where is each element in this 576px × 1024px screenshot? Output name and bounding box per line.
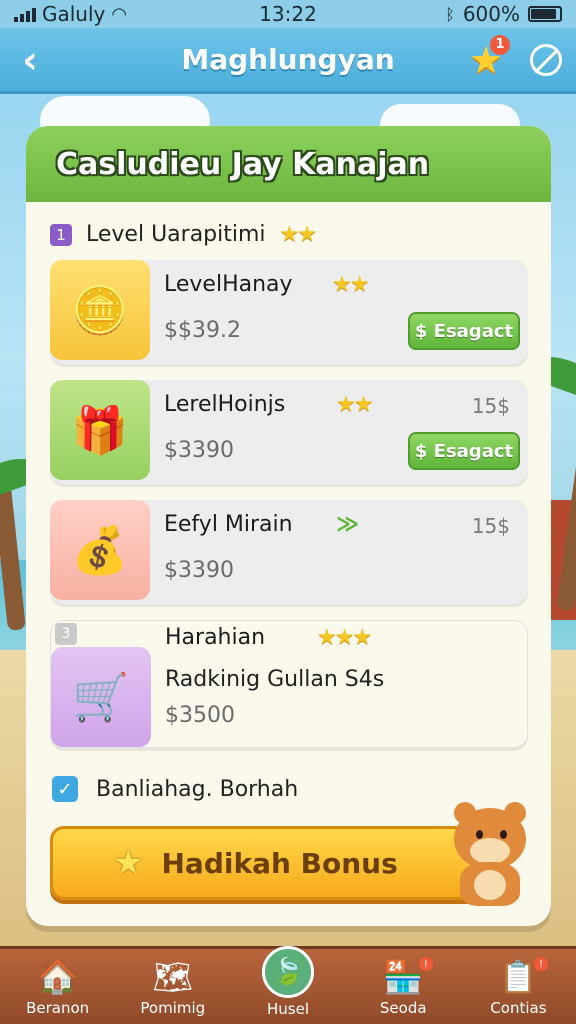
tab-husel[interactable]: 🍃 Husel — [230, 945, 345, 1024]
battery-icon — [528, 6, 562, 22]
panel-title: Casludieu Jay Kanajan — [56, 146, 430, 182]
leaf-icon: 🍃 — [262, 945, 314, 998]
item-stars: ★★ — [336, 392, 373, 417]
contacts-icon: 📋 — [498, 957, 539, 996]
star-notifications-button[interactable]: ★ 1 — [456, 27, 516, 93]
battery-fill — [531, 9, 557, 19]
bear-mascot — [440, 802, 536, 908]
page-title: Maghlungyan — [181, 43, 395, 76]
top-nav: ‹ Maghlungyan ★ 1 — [0, 28, 576, 94]
shop-item[interactable]: 🪙 LevelHanay ★★ $$39.2 $ Esagact — [50, 260, 528, 364]
bluetooth-icon: ᛒ — [445, 4, 455, 24]
item-price: $3390 — [164, 438, 234, 463]
tab-seoda[interactable]: 🏪 ! Seoda — [346, 949, 461, 1024]
level-stars: ★★ — [279, 222, 317, 247]
checkbox-icon[interactable]: ✓ — [52, 776, 78, 802]
back-button[interactable]: ‹ — [0, 27, 60, 93]
block-button[interactable] — [516, 27, 576, 93]
tab-beranon[interactable]: 🏠 Beranon — [0, 949, 115, 1024]
item-name: Harahian — [165, 625, 266, 650]
carrier-name: Galuly — [42, 2, 106, 26]
tab-pomimig[interactable]: 🗺 Pomimig — [115, 949, 230, 1024]
notification-dot: ! — [418, 957, 433, 971]
option-row[interactable]: ✓ Banliahag. Borhah — [52, 776, 298, 802]
wifi-icon: ◠ — [111, 3, 128, 25]
coin-pile-icon: 💰 — [50, 500, 150, 600]
panel-header: Casludieu Jay Kanajan — [26, 126, 551, 202]
shop-item[interactable]: 3 🛒 Harahian ★★★ Radkinig Gullan S4s $35… — [50, 620, 528, 748]
tab-contias[interactable]: 📋 ! Contias — [461, 949, 576, 1024]
level-row: 1 Level Uarapitimi ★★ — [50, 222, 317, 247]
chevron-left-icon: ‹ — [22, 37, 38, 82]
status-bar: Galuly ◠ 13:22 ᛒ 600% — [0, 0, 576, 28]
map-icon: 🗺 — [152, 957, 194, 996]
item-name: LerelHoinjs — [164, 392, 286, 417]
block-icon — [530, 43, 562, 76]
shop-item[interactable]: 💰 Eefyl Mirain ≫ 15$ $3390 — [50, 500, 528, 604]
status-time: 13:22 — [259, 2, 317, 26]
buy-button[interactable]: $ Esagact — [408, 432, 520, 470]
item-stars: ★★ — [332, 272, 369, 297]
bonus-button[interactable]: ★ Hadikah Bonus — [50, 826, 494, 900]
shop-item[interactable]: 🎁 LerelHoinjs ★★ 15$ $3390 $ Esagact — [50, 380, 528, 484]
tab-label: Beranon — [26, 998, 90, 1017]
tab-label: Seoda — [379, 998, 427, 1017]
item-badge: 3 — [55, 623, 77, 645]
gift-box-icon: 🎁 — [50, 380, 150, 480]
item-name: LevelHanay — [164, 272, 293, 297]
coin-barrel-icon: 🪙 — [50, 260, 150, 360]
notification-badge: 1 — [490, 34, 510, 55]
home-icon: 🏠 — [37, 957, 78, 996]
item-cost: 15$ — [471, 514, 510, 538]
star-icon: ★ — [113, 843, 144, 883]
tab-label: Contias — [490, 998, 547, 1017]
item-subtitle: Radkinig Gullan S4s — [165, 667, 385, 692]
option-label: Banliahag. Borhah — [96, 776, 299, 802]
bonus-label: Hadikah Bonus — [161, 846, 398, 880]
treasure-cart-icon: 🛒 — [51, 647, 151, 747]
notification-dot: ! — [534, 957, 549, 971]
item-price: $3500 — [165, 703, 235, 728]
buy-button[interactable]: $ Esagact — [408, 312, 520, 350]
arrow-up-icon: ≫ — [336, 512, 360, 537]
tab-label: Pomimig — [140, 998, 206, 1017]
bottom-tab-bar: 🏠 Beranon 🗺 Pomimig 🍃 Husel 🏪 ! Seoda 📋 … — [0, 945, 576, 1024]
tab-label: Husel — [267, 999, 309, 1018]
item-price: $3390 — [164, 558, 234, 583]
shop-icon: 🏪 — [383, 957, 424, 996]
battery-percent: 600% — [462, 2, 520, 26]
item-price: $$39.2 — [164, 318, 241, 343]
level-badge: 1 — [50, 223, 72, 246]
level-label: Level Uarapitimi — [86, 222, 266, 247]
item-cost: 15$ — [471, 394, 510, 418]
item-stars: ★★★ — [317, 625, 372, 650]
item-name: Eefyl Mirain — [164, 512, 293, 537]
signal-icon — [14, 6, 36, 22]
